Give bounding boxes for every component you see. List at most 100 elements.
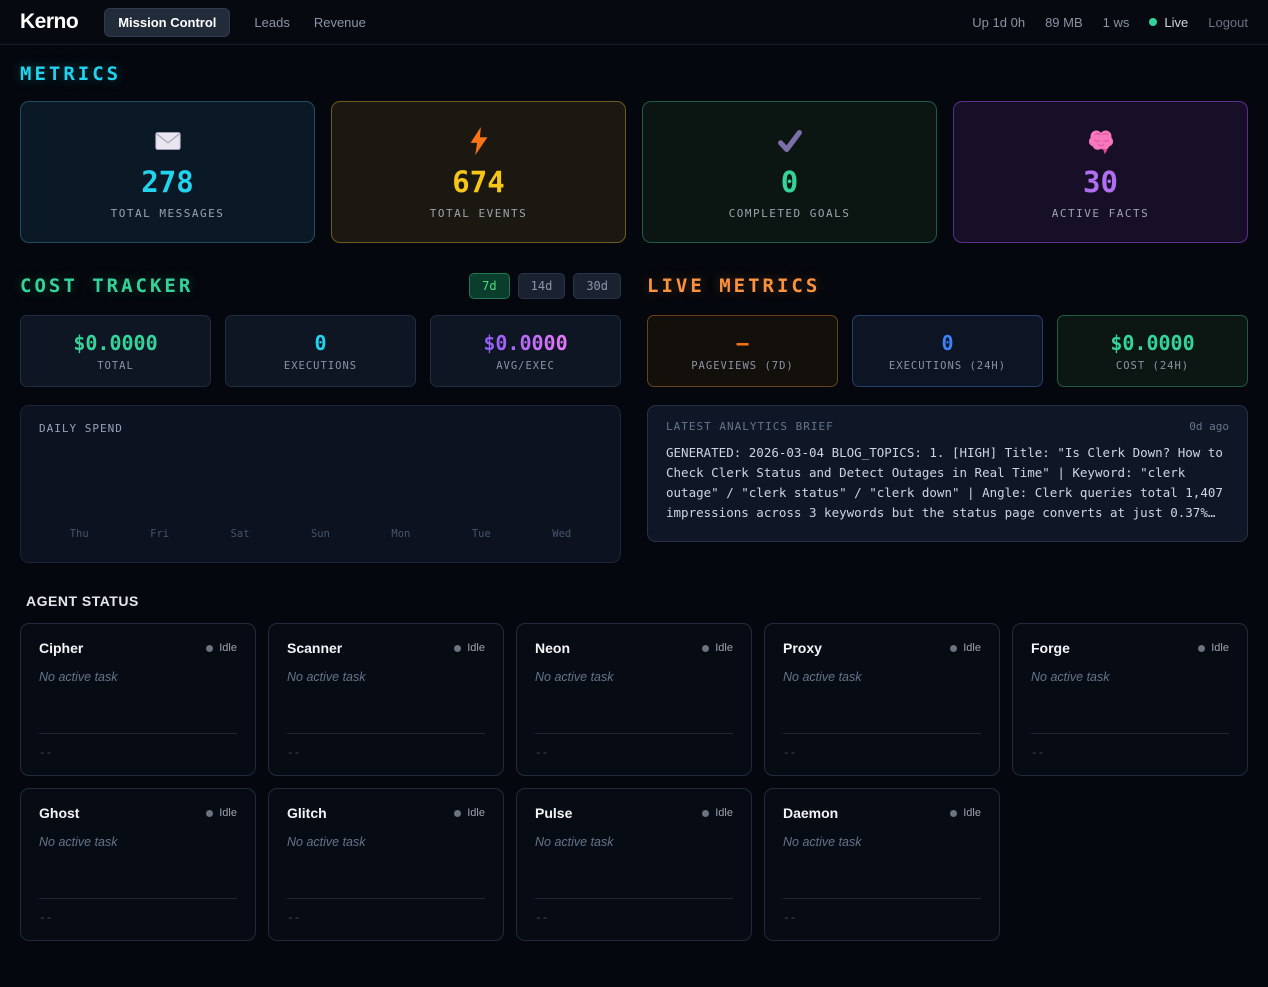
axis-tick: Sat xyxy=(231,528,250,540)
agent-grid: Cipher Idle No active task -- Scanner Id… xyxy=(20,623,1248,941)
idle-dot-icon xyxy=(950,645,957,652)
metric-value: 30 xyxy=(1083,165,1118,199)
daily-spend-chart: DAILY SPEND Thu Fri Sat Sun Mon Tue Wed xyxy=(20,405,621,563)
memory-indicator: 89 MB xyxy=(1045,15,1083,30)
range-button-7d[interactable]: 7d xyxy=(469,273,509,299)
tab-mission-control[interactable]: Mission Control xyxy=(104,8,230,37)
metric-value: 278 xyxy=(141,165,193,199)
agent-status-label: Idle xyxy=(467,807,485,819)
agent-task: No active task xyxy=(783,835,981,849)
agent-name: Scanner xyxy=(287,640,342,656)
stat-card-total-cost: $0.0000 TOTAL xyxy=(20,315,211,387)
agent-card-ghost: Ghost Idle No active task -- xyxy=(20,788,256,941)
divider xyxy=(287,898,485,899)
range-button-14d[interactable]: 14d xyxy=(518,273,566,299)
divider xyxy=(783,733,981,734)
metrics-section-title: METRICS xyxy=(20,63,1248,85)
metric-value: 0 xyxy=(781,165,798,199)
agent-card-glitch: Glitch Idle No active task -- xyxy=(268,788,504,941)
divider xyxy=(287,733,485,734)
live-label: Live xyxy=(1164,15,1188,30)
live-status: Live xyxy=(1149,15,1188,30)
lightning-bolt-icon xyxy=(466,125,492,157)
range-selector: 7d 14d 30d xyxy=(469,273,621,299)
idle-dot-icon xyxy=(1198,645,1205,652)
envelope-icon xyxy=(153,125,183,157)
app-logo: Kerno xyxy=(20,10,78,34)
axis-tick: Tue xyxy=(472,528,491,540)
top-bar: Kerno Mission Control Leads Revenue Up 1… xyxy=(0,0,1268,45)
stat-card-avg-exec: $0.0000 AVG/EXEC xyxy=(430,315,621,387)
agent-meta: -- xyxy=(1031,746,1229,759)
stat-card-pageviews-7d: – PAGEVIEWS (7D) xyxy=(647,315,838,387)
agent-name: Ghost xyxy=(39,805,79,821)
idle-dot-icon xyxy=(702,810,709,817)
stat-value: – xyxy=(736,331,748,355)
live-metrics-section: LIVE METRICS – PAGEVIEWS (7D) 0 EXECUTIO… xyxy=(647,271,1248,563)
metric-card-total-events: 674 TOTAL EVENTS xyxy=(331,101,626,243)
agent-name: Pulse xyxy=(535,805,572,821)
agent-meta: -- xyxy=(39,746,237,759)
divider xyxy=(1031,733,1229,734)
agent-task: No active task xyxy=(39,670,237,684)
idle-dot-icon xyxy=(702,645,709,652)
agent-meta: -- xyxy=(783,911,981,924)
idle-dot-icon xyxy=(206,645,213,652)
idle-dot-icon xyxy=(206,810,213,817)
agent-status-label: Idle xyxy=(467,642,485,654)
idle-dot-icon xyxy=(454,810,461,817)
cost-tracker-title: COST TRACKER xyxy=(20,275,193,297)
divider xyxy=(535,898,733,899)
agent-card-forge: Forge Idle No active task -- xyxy=(1012,623,1248,776)
main-nav: Mission Control Leads Revenue xyxy=(104,8,366,37)
agent-task: No active task xyxy=(535,670,733,684)
idle-dot-icon xyxy=(454,645,461,652)
agent-name: Forge xyxy=(1031,640,1070,656)
agent-meta: -- xyxy=(535,911,733,924)
agent-status-section: AGENT STATUS Cipher Idle No active task … xyxy=(20,593,1248,941)
checkmark-icon xyxy=(775,125,805,157)
stat-card-cost-24h: $0.0000 COST (24H) xyxy=(1057,315,1248,387)
stat-label: EXECUTIONS xyxy=(284,360,357,372)
stat-value: $0.0000 xyxy=(483,331,567,355)
stat-value: $0.0000 xyxy=(73,331,157,355)
metric-card-active-facts: 30 ACTIVE FACTS xyxy=(953,101,1248,243)
agent-name: Daemon xyxy=(783,805,838,821)
metric-label: TOTAL MESSAGES xyxy=(111,207,225,220)
divider xyxy=(39,733,237,734)
axis-tick: Wed xyxy=(552,528,571,540)
agent-card-cipher: Cipher Idle No active task -- xyxy=(20,623,256,776)
metric-label: COMPLETED GOALS xyxy=(729,207,851,220)
agent-name: Neon xyxy=(535,640,570,656)
agent-task: No active task xyxy=(535,835,733,849)
agent-meta: -- xyxy=(535,746,733,759)
tab-leads[interactable]: Leads xyxy=(254,15,289,30)
agent-card-pulse: Pulse Idle No active task -- xyxy=(516,788,752,941)
stat-label: COST (24H) xyxy=(1116,360,1189,372)
tab-revenue[interactable]: Revenue xyxy=(314,15,366,30)
agent-card-daemon: Daemon Idle No active task -- xyxy=(764,788,1000,941)
agent-status-label: Idle xyxy=(1211,642,1229,654)
stat-label: TOTAL xyxy=(97,360,134,372)
agent-task: No active task xyxy=(287,670,485,684)
idle-dot-icon xyxy=(950,810,957,817)
agent-task: No active task xyxy=(1031,670,1229,684)
range-button-30d[interactable]: 30d xyxy=(573,273,621,299)
axis-tick: Mon xyxy=(391,528,410,540)
agent-status-label: Idle xyxy=(963,642,981,654)
agent-status-label: Idle xyxy=(219,807,237,819)
uptime-indicator: Up 1d 0h xyxy=(972,15,1025,30)
agent-name: Cipher xyxy=(39,640,83,656)
logout-button[interactable]: Logout xyxy=(1208,15,1248,30)
stat-value: $0.0000 xyxy=(1110,331,1194,355)
metric-label: TOTAL EVENTS xyxy=(430,207,527,220)
agent-meta: -- xyxy=(783,746,981,759)
metric-label: ACTIVE FACTS xyxy=(1052,207,1149,220)
agent-status-title: AGENT STATUS xyxy=(26,593,1242,609)
axis-tick: Fri xyxy=(150,528,169,540)
agent-task: No active task xyxy=(287,835,485,849)
agent-card-neon: Neon Idle No active task -- xyxy=(516,623,752,776)
metric-value: 674 xyxy=(452,165,504,199)
metric-card-completed-goals: 0 COMPLETED GOALS xyxy=(642,101,937,243)
live-metrics-title: LIVE METRICS xyxy=(647,275,820,297)
